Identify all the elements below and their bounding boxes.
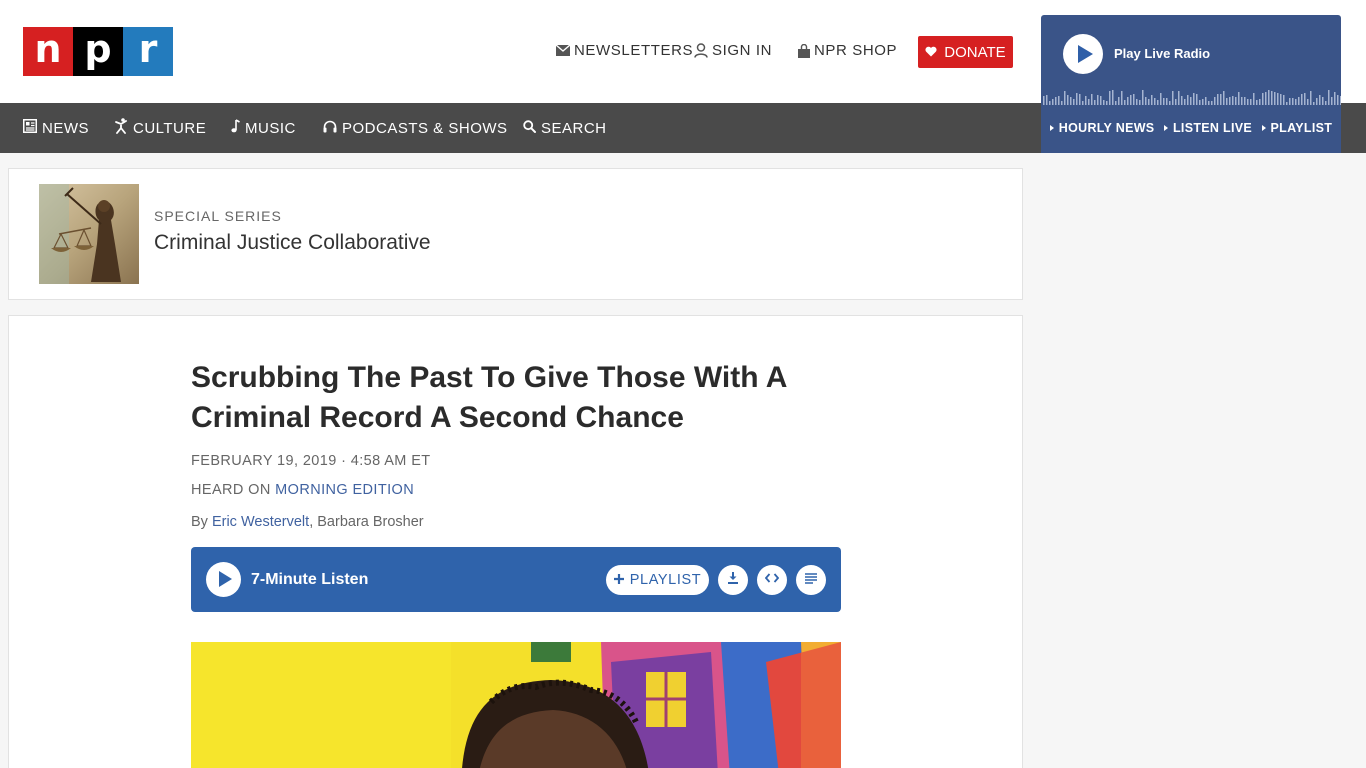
npr-logo[interactable]: n p r (23, 27, 173, 76)
listen-live-label: LISTEN LIVE (1172, 121, 1252, 135)
bag-icon (798, 43, 810, 58)
series-kicker: SPECIAL SERIES (154, 208, 282, 224)
playlist-button-label: PLAYLIST (629, 572, 702, 588)
caret-right-icon (1163, 125, 1168, 131)
plus-icon (613, 572, 624, 588)
music-note-icon (230, 119, 240, 137)
caret-right-icon (1261, 125, 1266, 131)
radio-links: HOURLY NEWS LISTEN LIVE PLAYLIST (1041, 103, 1341, 153)
play-live-radio-button[interactable] (1063, 34, 1103, 74)
newsletters-link[interactable]: NEWSLETTERS (556, 42, 693, 59)
nav-podcasts-label: PODCASTS & SHOWS (342, 119, 508, 137)
author-link-eric-westervelt[interactable]: Eric Westervelt (212, 514, 309, 530)
envelope-icon (556, 45, 570, 56)
playlist-link[interactable]: PLAYLIST (1261, 121, 1333, 135)
newsletters-label: NEWSLETTERS (574, 42, 694, 59)
logo-letter-p: p (73, 27, 123, 76)
article-photo (191, 642, 841, 768)
donate-label: DONATE (944, 43, 1006, 61)
npr-shop-link[interactable]: NPR SHOP (798, 42, 897, 59)
special-series-card: SPECIAL SERIES Criminal Justice Collabor… (8, 168, 1023, 300)
download-button[interactable] (718, 565, 748, 595)
series-title[interactable]: Criminal Justice Collaborative (154, 231, 431, 255)
newspaper-icon (23, 119, 37, 137)
heard-on: HEARD ON MORNING EDITION (191, 482, 414, 498)
listen-live-link[interactable]: LISTEN LIVE (1163, 121, 1252, 135)
logo-letter-n: n (23, 27, 73, 76)
add-to-playlist-button[interactable]: PLAYLIST (606, 565, 709, 595)
byline-prefix: By (191, 514, 212, 530)
nav-search[interactable]: SEARCH (523, 103, 607, 153)
sign-in-label: SIGN IN (712, 42, 773, 59)
playlist-label: PLAYLIST (1270, 121, 1333, 135)
headphones-icon (323, 120, 337, 137)
byline: By Eric Westervelt, Barbara Brosher (191, 514, 424, 530)
author-barbara-brosher: Barbara Brosher (317, 514, 424, 530)
heart-icon (925, 44, 937, 61)
nav-news[interactable]: NEWS (23, 103, 89, 153)
transcript-icon (805, 571, 817, 589)
heard-on-prefix: HEARD ON (191, 482, 276, 498)
audio-player: 7-Minute Listen PLAYLIST (191, 547, 841, 612)
embed-icon (764, 571, 780, 589)
nav-culture[interactable]: CULTURE (115, 103, 206, 153)
morning-edition-link[interactable]: MORNING EDITION (275, 482, 414, 498)
live-radio-panel: Play Live Radio HOURLY NEWS LISTEN LIVE … (1041, 15, 1341, 153)
caret-right-icon (1049, 125, 1054, 131)
logo-letter-r: r (123, 27, 173, 76)
article-headline: Scrubbing The Past To Give Those With A … (191, 361, 787, 434)
user-icon (694, 43, 708, 58)
hourly-news-link[interactable]: HOURLY NEWS (1049, 121, 1155, 135)
download-icon (727, 571, 739, 589)
article-card: Scrubbing The Past To Give Those With A … (8, 315, 1023, 768)
sign-in-link[interactable]: SIGN IN (694, 42, 772, 59)
nav-music[interactable]: MUSIC (230, 103, 296, 153)
hourly-news-label: HOURLY NEWS (1058, 121, 1155, 135)
nav-news-label: NEWS (42, 119, 89, 137)
search-icon (523, 119, 536, 137)
embed-button[interactable] (757, 565, 787, 595)
dancer-icon (115, 118, 128, 138)
listen-duration-label: 7-Minute Listen (251, 571, 369, 588)
nav-music-label: MUSIC (245, 119, 296, 137)
transcript-button[interactable] (796, 565, 826, 595)
play-audio-button[interactable] (206, 562, 241, 597)
nav-podcasts-shows[interactable]: PODCASTS & SHOWS (323, 103, 508, 153)
nav-search-label: SEARCH (541, 119, 607, 137)
nav-culture-label: CULTURE (133, 119, 207, 137)
play-live-radio-label[interactable]: Play Live Radio (1114, 46, 1210, 61)
series-thumbnail[interactable] (39, 184, 139, 284)
donate-button[interactable]: DONATE (918, 36, 1013, 68)
article-dateline: FEBRUARY 19, 2019 · 4:58 AM ET (191, 453, 431, 469)
npr-shop-label: NPR SHOP (814, 42, 898, 59)
